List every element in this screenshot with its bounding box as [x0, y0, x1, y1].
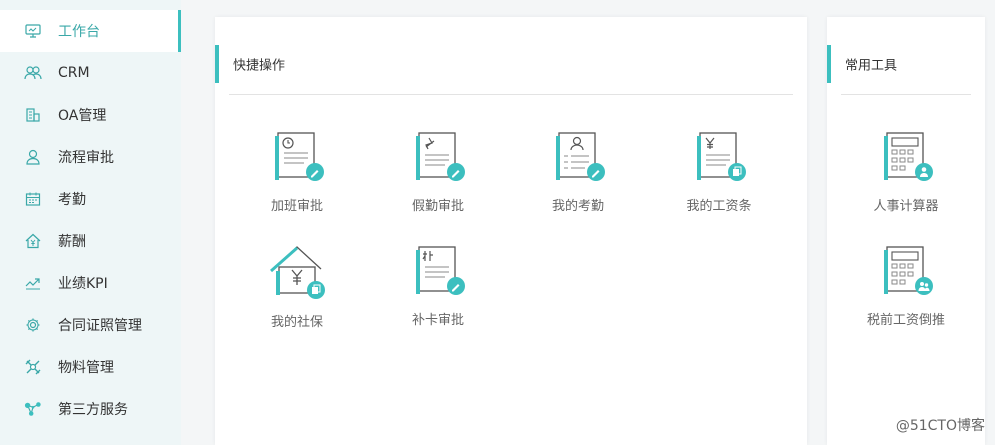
sidebar-item-attendance[interactable]: 考勤 [0, 178, 181, 220]
tile-label: 我的工资条 [686, 199, 752, 214]
user-icon [24, 148, 42, 166]
sidebar-item-label: 流程审批 [58, 150, 114, 166]
sidebar-item-oa[interactable]: OA管理 [0, 94, 181, 136]
tile-label: 我的考勤 [551, 199, 604, 214]
sidebar-item-third-party[interactable]: 第三方服务 [0, 388, 181, 430]
header-accent-bar [827, 45, 831, 83]
tile-label: 我的社保 [270, 315, 323, 330]
calendar-icon [24, 190, 42, 208]
pretax-salary-calculator-tile[interactable]: 税前工资倒推 [846, 245, 966, 345]
sidebar-item-label: 物料管理 [58, 360, 114, 376]
header-accent-bar [215, 45, 219, 83]
tile-label: 税前工资倒推 [866, 313, 945, 328]
quick-actions-panel: 快捷操作 加班审批 假勤审批 我的考勤 我的工资条 我的社保 补卡审批 [215, 17, 807, 445]
house-yen-icon [269, 245, 325, 305]
calculator-people-icon [879, 245, 933, 301]
sidebar-item-workbench[interactable]: 工作台 [0, 10, 181, 52]
quick-actions-title: 快捷操作 [233, 58, 286, 74]
tile-label: 补卡审批 [411, 313, 464, 328]
watermark: @51CTO博客 [895, 418, 985, 434]
sidebar: 工作台 CRM OA管理 流程审批 考勤 薪酬 业绩KPI 合同证照管理 物料管… [0, 0, 181, 445]
my-attendance-tile[interactable]: 我的考勤 [518, 131, 638, 231]
sidebar-item-label: 合同证照管理 [58, 318, 142, 334]
sidebar-item-label: CRM [58, 65, 90, 81]
tile-label: 假勤审批 [411, 199, 464, 214]
card-document-icon [411, 245, 465, 301]
network-icon [24, 400, 42, 418]
sidebar-item-label: 考勤 [58, 192, 86, 208]
clock-document-icon [270, 131, 324, 187]
sidebar-item-approval[interactable]: 流程审批 [0, 136, 181, 178]
person-document-icon [551, 131, 605, 187]
calculator-person-icon [879, 131, 933, 187]
sidebar-item-crm[interactable]: CRM [0, 52, 181, 94]
tools-header: 常用工具 [827, 45, 985, 83]
sidebar-item-salary[interactable]: 薪酬 [0, 220, 181, 262]
house-yen-icon [24, 232, 42, 250]
overtime-approval-tile[interactable]: 加班审批 [237, 131, 357, 231]
quick-actions-header: 快捷操作 [215, 45, 807, 83]
leave-approval-tile[interactable]: 假勤审批 [378, 131, 498, 231]
card-makeup-approval-tile[interactable]: 补卡审批 [378, 245, 498, 345]
sidebar-item-materials[interactable]: 物料管理 [0, 346, 181, 388]
sidebar-item-label: OA管理 [58, 108, 107, 124]
recycle-icon [24, 358, 42, 376]
panel-divider [841, 94, 971, 95]
tools-title: 常用工具 [845, 58, 898, 74]
hr-calculator-tile[interactable]: 人事计算器 [846, 131, 966, 231]
monitor-icon [24, 22, 42, 40]
sidebar-item-label: 薪酬 [58, 234, 86, 250]
my-social-security-tile[interactable]: 我的社保 [237, 245, 357, 345]
sidebar-item-label: 业绩KPI [58, 276, 108, 292]
tile-label: 加班审批 [270, 199, 323, 214]
yen-document-icon [692, 131, 746, 187]
sidebar-item-kpi[interactable]: 业绩KPI [0, 262, 181, 304]
sidebar-item-label: 工作台 [58, 24, 100, 40]
tools-panel: 常用工具 人事计算器 税前工资倒推 [827, 17, 985, 445]
trend-chart-icon [24, 274, 42, 292]
sidebar-item-contracts[interactable]: 合同证照管理 [0, 304, 181, 346]
plane-document-icon [411, 131, 465, 187]
gear-icon [24, 316, 42, 334]
my-payslip-tile[interactable]: 我的工资条 [659, 131, 779, 231]
users-icon [24, 64, 42, 82]
panel-divider [229, 94, 793, 95]
tile-label: 人事计算器 [873, 199, 939, 214]
sidebar-item-label: 第三方服务 [58, 402, 128, 418]
building-icon [24, 106, 42, 124]
